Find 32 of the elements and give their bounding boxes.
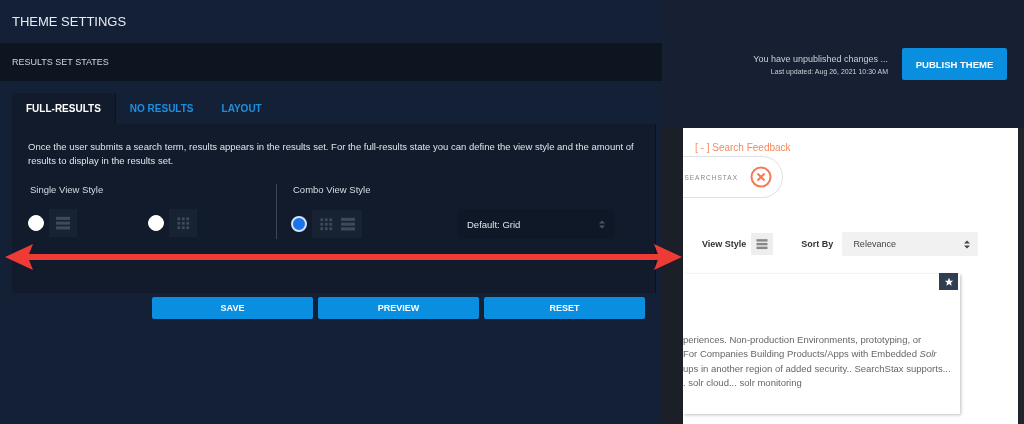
default-view-select[interactable]: Default: Grid [457,209,615,239]
sort-by-label: Sort By [801,239,834,249]
tab[interactable]: LAYOUT [207,93,276,124]
clear-icon[interactable] [750,166,772,188]
action-button[interactable]: PREVIEW [318,297,479,319]
section-title: RESULTS SET STATES [12,57,109,67]
sort-select[interactable]: Relevance [842,232,979,256]
star-icon [943,276,954,287]
group-label: Combo View Style [292,184,372,195]
action-button[interactable]: SAVE [152,297,313,319]
tab[interactable]: FULL-RESULTS [12,93,116,124]
tab[interactable]: NO RESULTS [115,93,208,124]
sort-arrows-icon [964,239,971,249]
action-button[interactable]: RESET [484,297,645,319]
favorite-button[interactable] [939,273,958,290]
grid-view-icon [169,209,197,237]
search-feedback-link[interactable]: [ - ] Search Feedback [683,142,1018,153]
list-view-icon [49,209,77,237]
result-text-line: For Companies Building Products/Apps with Embedded Solr [683,347,938,362]
result-text-line: periences. Non-production Environments, prototyping, or [683,333,923,347]
list-view-icon[interactable] [751,233,774,255]
view-style-label: View Style [702,239,747,249]
panel-title: THEME SETTINGS [12,14,127,29]
publish-button[interactable]: PUBLISH THEME [902,48,1007,80]
unpublished-status: You have unpublished changes ... [753,53,888,64]
group-label: Single View Style [29,184,105,195]
grid-and-list-icon [312,210,362,238]
result-text-line: . solr cloud... solr monitoring [683,375,803,390]
sort-arrows-icon [599,219,605,229]
description-text: Once the user submits a search term, results appears in the results set. For the full-results state you can define the view style and the amount of results to display in the results set. [28,140,635,168]
result-text-line: ups in another region of added security.. SearchStax supports... [683,361,952,376]
radio-button[interactable] [291,216,307,232]
